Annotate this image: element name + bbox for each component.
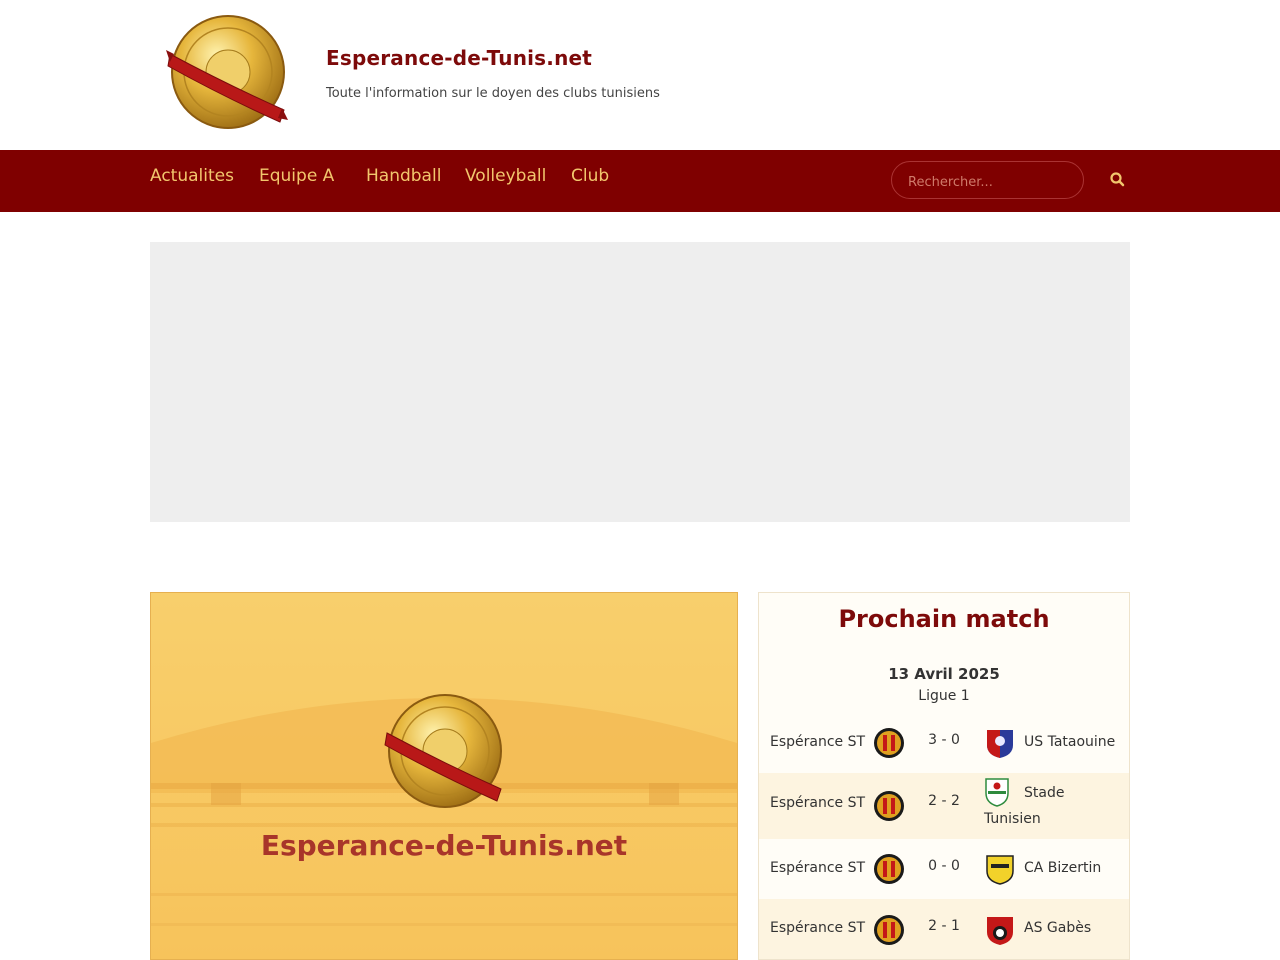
search-icon[interactable]	[1108, 170, 1128, 190]
match-score: 2 - 1	[928, 918, 960, 934]
away-team-name: Stade Tunisien	[984, 785, 1065, 827]
match-score: 3 - 0	[928, 732, 960, 748]
est-crest-icon	[874, 728, 904, 758]
search-input[interactable]	[906, 171, 1075, 193]
home-team-name: Espérance ST	[770, 734, 866, 750]
home-team-name: Espérance ST	[770, 795, 866, 811]
as-gabes-crest-icon	[987, 917, 1013, 945]
nav-item-actualites[interactable]: Actualites	[150, 166, 234, 186]
nav-item-volleyball[interactable]: Volleyball	[465, 166, 546, 186]
site-title[interactable]: Esperance-de-Tunis.net	[326, 46, 592, 70]
away-team-name: US Tataouine	[1024, 734, 1116, 750]
us-tataouine-crest-icon	[987, 730, 1013, 758]
feature-title: Esperance-de-Tunis.net	[260, 829, 628, 862]
nav-item-equipe-a[interactable]: Equipe A	[259, 166, 334, 186]
match-date: 13 Avril 2025	[888, 665, 1000, 683]
match-row[interactable]: Espérance ST 2 - 1 AS Gabès	[759, 899, 1129, 959]
site-tagline: Toute l'information sur le doyen des clu…	[326, 86, 660, 101]
match-row[interactable]: Espérance ST 3 - 0 US Tataouine	[759, 715, 1129, 771]
widget-title: Prochain match	[838, 605, 1050, 633]
nav-item-handball[interactable]: Handball	[366, 166, 441, 186]
match-score: 0 - 0	[928, 858, 960, 874]
match-row[interactable]: Espérance ST 0 - 0 CA Bizertin	[759, 841, 1129, 897]
nav-item-club[interactable]: Club	[571, 166, 609, 186]
est-crest-icon	[874, 915, 904, 945]
feature-logo	[384, 694, 502, 808]
away-team-name: AS Gabès	[1024, 920, 1092, 936]
match-score: 2 - 2	[928, 793, 960, 809]
ca-bizertin-crest-icon	[986, 855, 1014, 885]
site-header: Esperance-de-Tunis.net Toute l'informati…	[0, 0, 1280, 150]
match-competition: Ligue 1	[918, 688, 970, 704]
away-team-name: CA Bizertin	[1024, 860, 1102, 876]
site-logo[interactable]	[166, 14, 288, 132]
match-row[interactable]: Espérance ST 2 - 2 Stade Tunisien	[759, 773, 1129, 839]
home-team-name: Espérance ST	[770, 860, 866, 876]
est-crest-icon	[874, 854, 904, 884]
advertisement-placeholder	[150, 242, 1130, 522]
est-crest-icon	[874, 791, 904, 821]
search-box	[891, 161, 1084, 199]
next-match-widget: Prochain match 13 Avril 2025 Ligue 1 Esp…	[758, 592, 1130, 960]
home-team-name: Espérance ST	[770, 920, 866, 936]
main-navigation: Actualites Equipe A Handball Volleyball …	[0, 150, 1280, 212]
featured-article-image[interactable]: Esperance-de-Tunis.net	[150, 592, 738, 960]
